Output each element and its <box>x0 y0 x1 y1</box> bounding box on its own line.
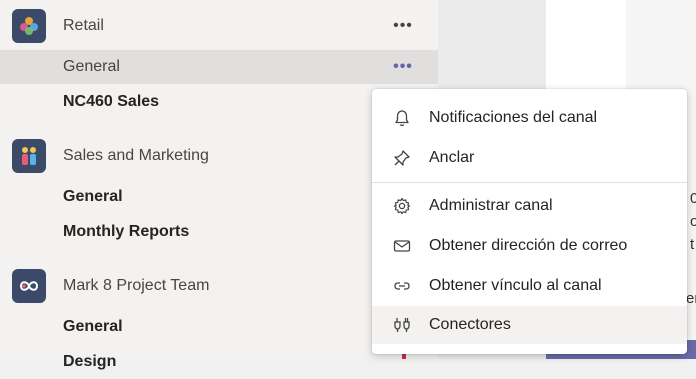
more-options-icon[interactable]: ••• <box>390 57 416 77</box>
pin-icon <box>394 150 410 166</box>
background-text-fragment: er <box>686 290 696 307</box>
channel-label: General <box>63 318 123 335</box>
infinity-logo-icon <box>19 281 39 291</box>
team-name: Sales and Marketing <box>63 147 209 164</box>
channel-context-menu: Notificaciones del canal Anclar Administ… <box>372 89 687 354</box>
menu-item-label: Administrar canal <box>429 197 553 214</box>
menu-item-label: Anclar <box>429 149 475 166</box>
menu-item-label: Notificaciones del canal <box>429 109 598 126</box>
menu-item-label: Obtener vínculo al canal <box>429 277 602 294</box>
team-name: Mark 8 Project Team <box>63 277 210 294</box>
menu-item-pin[interactable]: Anclar <box>372 139 687 177</box>
menu-item-manage-channel[interactable]: Administrar canal <box>372 187 687 225</box>
menu-item-label: Conectores <box>429 316 511 333</box>
more-options-icon[interactable]: ••• <box>390 16 416 36</box>
team-avatar <box>12 269 46 303</box>
team-avatar <box>12 9 46 43</box>
team-retail[interactable]: Retail ••• <box>0 6 438 46</box>
channel-label: General <box>63 58 120 75</box>
channel-item-retail-general[interactable]: General ••• <box>0 50 438 84</box>
menu-item-get-channel-link[interactable]: Obtener vínculo al canal <box>372 267 687 305</box>
link-icon <box>394 282 410 290</box>
team-avatar <box>12 139 46 173</box>
channel-label: Design <box>63 353 117 370</box>
background-text-fragment: t <box>690 236 695 253</box>
menu-item-connectors[interactable]: Conectores <box>372 306 687 344</box>
bell-icon <box>395 110 409 126</box>
menu-item-label: Obtener dirección de correo <box>429 237 628 254</box>
retail-logo-icon <box>20 17 38 35</box>
people-icon <box>22 147 36 165</box>
team-name: Retail <box>63 17 104 34</box>
gear-icon <box>393 197 411 215</box>
background-text-fragment: o <box>690 213 696 230</box>
menu-divider <box>372 182 687 183</box>
menu-item-get-email-address[interactable]: Obtener dirección de correo <box>372 227 687 265</box>
channel-label: NC460 Sales <box>63 93 160 110</box>
mail-icon <box>393 240 411 252</box>
connectors-icon <box>394 318 410 332</box>
background-text-fragment: 0 <box>690 190 696 207</box>
menu-item-channel-notifications[interactable]: Notificaciones del canal <box>372 99 687 137</box>
channel-label: Monthly Reports <box>63 223 190 240</box>
channel-label: General <box>63 188 123 205</box>
